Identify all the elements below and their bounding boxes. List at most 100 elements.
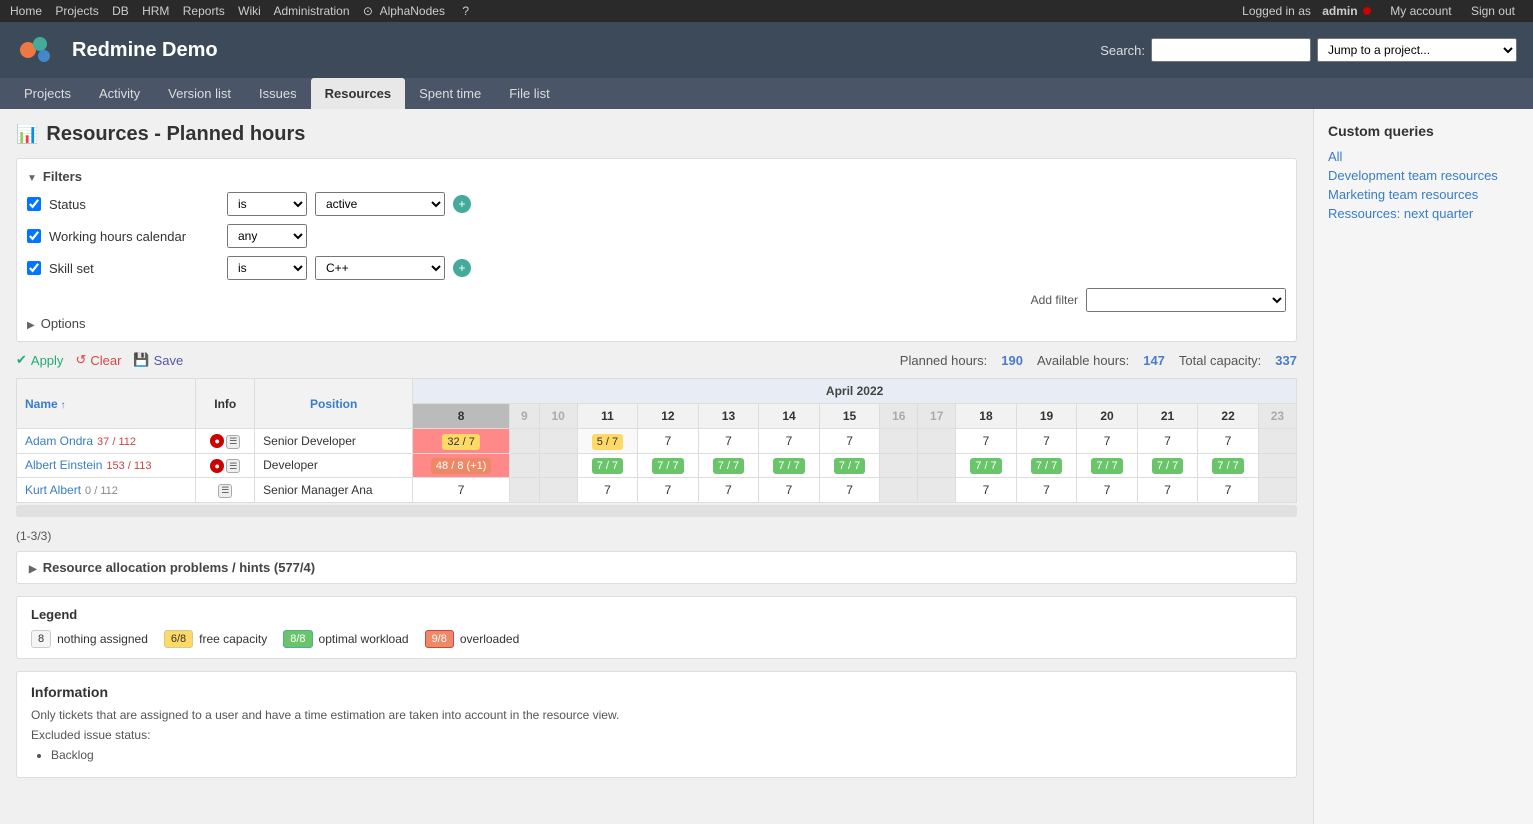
cell-day-21: 7 [1137,429,1198,454]
pagination: (1-3/3) [16,529,1297,543]
filter-status-add[interactable]: + [453,195,471,213]
sidebar-link-all[interactable]: All [1328,149,1519,164]
filters-toggle[interactable]: Filters [27,169,1286,184]
sidebar-link-nextquarter[interactable]: Ressources: next quarter [1328,206,1519,221]
nav-alphanodes[interactable]: AlphaNodes [380,4,445,18]
nav-issues-tab[interactable]: Issues [245,78,311,109]
sidebar-title: Custom queries [1328,123,1519,139]
problems-section: Resource allocation problems / hints (57… [16,551,1297,584]
legend-nothing-box: 8 [31,630,51,648]
cell-position: Developer [255,453,413,478]
capacity-value: 337 [1275,353,1297,368]
col-header-name[interactable]: Name [17,379,196,429]
cell-day-19[interactable]: 7 / 7 [1016,453,1077,478]
filter-calendar-operator[interactable]: any is [227,224,307,248]
cell-day-12[interactable]: 7 / 7 [638,453,699,478]
legend-optimal: 8/8 optimal workload [283,630,408,648]
cell-day-22[interactable]: 7 / 7 [1198,453,1259,478]
sign-out-link[interactable]: Sign out [1471,4,1515,18]
cell-day-21[interactable]: 7 / 7 [1137,453,1198,478]
nav-hrm[interactable]: HRM [142,4,169,18]
app-title: Redmine Demo [72,39,218,62]
cell-day-18[interactable]: 7 / 7 [956,453,1017,478]
cell-day-14[interactable]: 7 / 7 [759,453,820,478]
cell-day-11[interactable]: 7 / 7 [577,453,638,478]
filter-skillset-operator[interactable]: is is not [227,256,307,280]
optimal-cell-badge: 7 / 7 [1212,458,1243,474]
cell-day-14: 7 [759,478,820,503]
filter-status-value[interactable]: active inactive any [315,192,445,216]
nav-projects[interactable]: Projects [55,4,98,18]
nav-filelist-tab[interactable]: File list [495,78,563,109]
filter-skillset-add[interactable]: + [453,259,471,277]
cell-day-23 [1258,453,1296,478]
day-header-20: 20 [1077,404,1138,429]
legend-overload-label: overloaded [460,632,519,646]
filter-status-checkbox[interactable] [27,197,41,211]
nav-home[interactable]: Home [10,4,42,18]
filter-skillset-value[interactable]: C++ Java Python [315,256,445,280]
nav-resources-tab[interactable]: Resources [311,78,405,109]
filter-calendar-checkbox[interactable] [27,229,41,243]
optimal-cell-badge: 7 / 7 [1152,458,1183,474]
legend-optimal-label: optimal workload [319,632,409,646]
problems-toggle[interactable]: Resource allocation problems / hints (57… [29,560,1284,575]
save-button[interactable]: 💾 Save [133,352,183,368]
cell-day-18: 7 [956,429,1017,454]
clear-button[interactable]: ↺ Clear [75,352,121,368]
cell-day-11[interactable]: 5 / 7 [577,429,638,454]
red-circle-icon: ● [210,434,224,448]
cell-day-21: 7 [1137,478,1198,503]
nav-reports[interactable]: Reports [183,4,225,18]
cell-day-13[interactable]: 7 / 7 [698,453,759,478]
cell-day-20: 7 [1077,429,1138,454]
options-row[interactable]: Options [27,316,1286,331]
name-link[interactable]: Kurt Albert [25,483,81,497]
cell-position: Senior Manager Ana [255,478,413,503]
search-label: Search: [1100,43,1145,58]
name-link[interactable]: Adam Ondra [25,434,93,448]
sidebar-link-dev[interactable]: Development team resources [1328,168,1519,183]
cell-day-20[interactable]: 7 / 7 [1077,453,1138,478]
day-header-12: 12 [638,404,699,429]
day-header-18: 18 [956,404,1017,429]
day-header-13: 13 [698,404,759,429]
day-header-9: 9 [510,404,540,429]
day-header-15: 15 [819,404,880,429]
top-user-info: Logged in as admin My account Sign out [1242,4,1523,18]
legend-free: 6/8 free capacity [164,630,267,648]
optimal-cell-badge: 7 / 7 [1091,458,1122,474]
cell-day-10 [539,453,577,478]
col-header-position[interactable]: Position [255,379,413,429]
cell-day-8[interactable]: 48 / 8 (+1) [413,453,510,478]
cell-day-15[interactable]: 7 / 7 [819,453,880,478]
cell-day-8[interactable]: 32 / 7 [413,429,510,454]
top-bar: Home Projects DB HRM Reports Wiki Admini… [0,0,1533,22]
filter-status-operator[interactable]: is is not [227,192,307,216]
nav-activity-tab[interactable]: Activity [85,78,154,109]
cell-day-16 [880,478,918,503]
cell-day-13: 7 [698,478,759,503]
table-scrollbar[interactable] [16,505,1297,517]
nav-versionlist-tab[interactable]: Version list [154,78,245,109]
search-input[interactable] [1151,38,1311,62]
filter-skillset-checkbox[interactable] [27,261,41,275]
actions-bar: ✔ Apply ↺ Clear 💾 Save Planned hours: 19… [16,352,1297,368]
apply-button[interactable]: ✔ Apply [16,352,63,368]
project-jump-select[interactable]: Jump to a project... [1317,38,1517,62]
nav-projects-tab[interactable]: Projects [10,78,85,109]
nav-wiki[interactable]: Wiki [238,4,261,18]
optimal-cell-badge: 7 / 7 [1031,458,1062,474]
nav-db[interactable]: DB [112,4,129,18]
sidebar-link-marketing[interactable]: Marketing team resources [1328,187,1519,202]
cell-day-10 [539,429,577,454]
filters-label: Filters [43,169,82,184]
my-account-link[interactable]: My account [1390,4,1451,18]
name-link[interactable]: Albert Einstein [25,458,102,472]
filters-arrow [27,169,37,184]
nav-spenttime-tab[interactable]: Spent time [405,78,495,109]
legend-free-label: free capacity [199,632,267,646]
nav-administration[interactable]: Administration [273,4,349,18]
legend-title: Legend [31,607,1282,622]
add-filter-select[interactable] [1086,288,1286,312]
